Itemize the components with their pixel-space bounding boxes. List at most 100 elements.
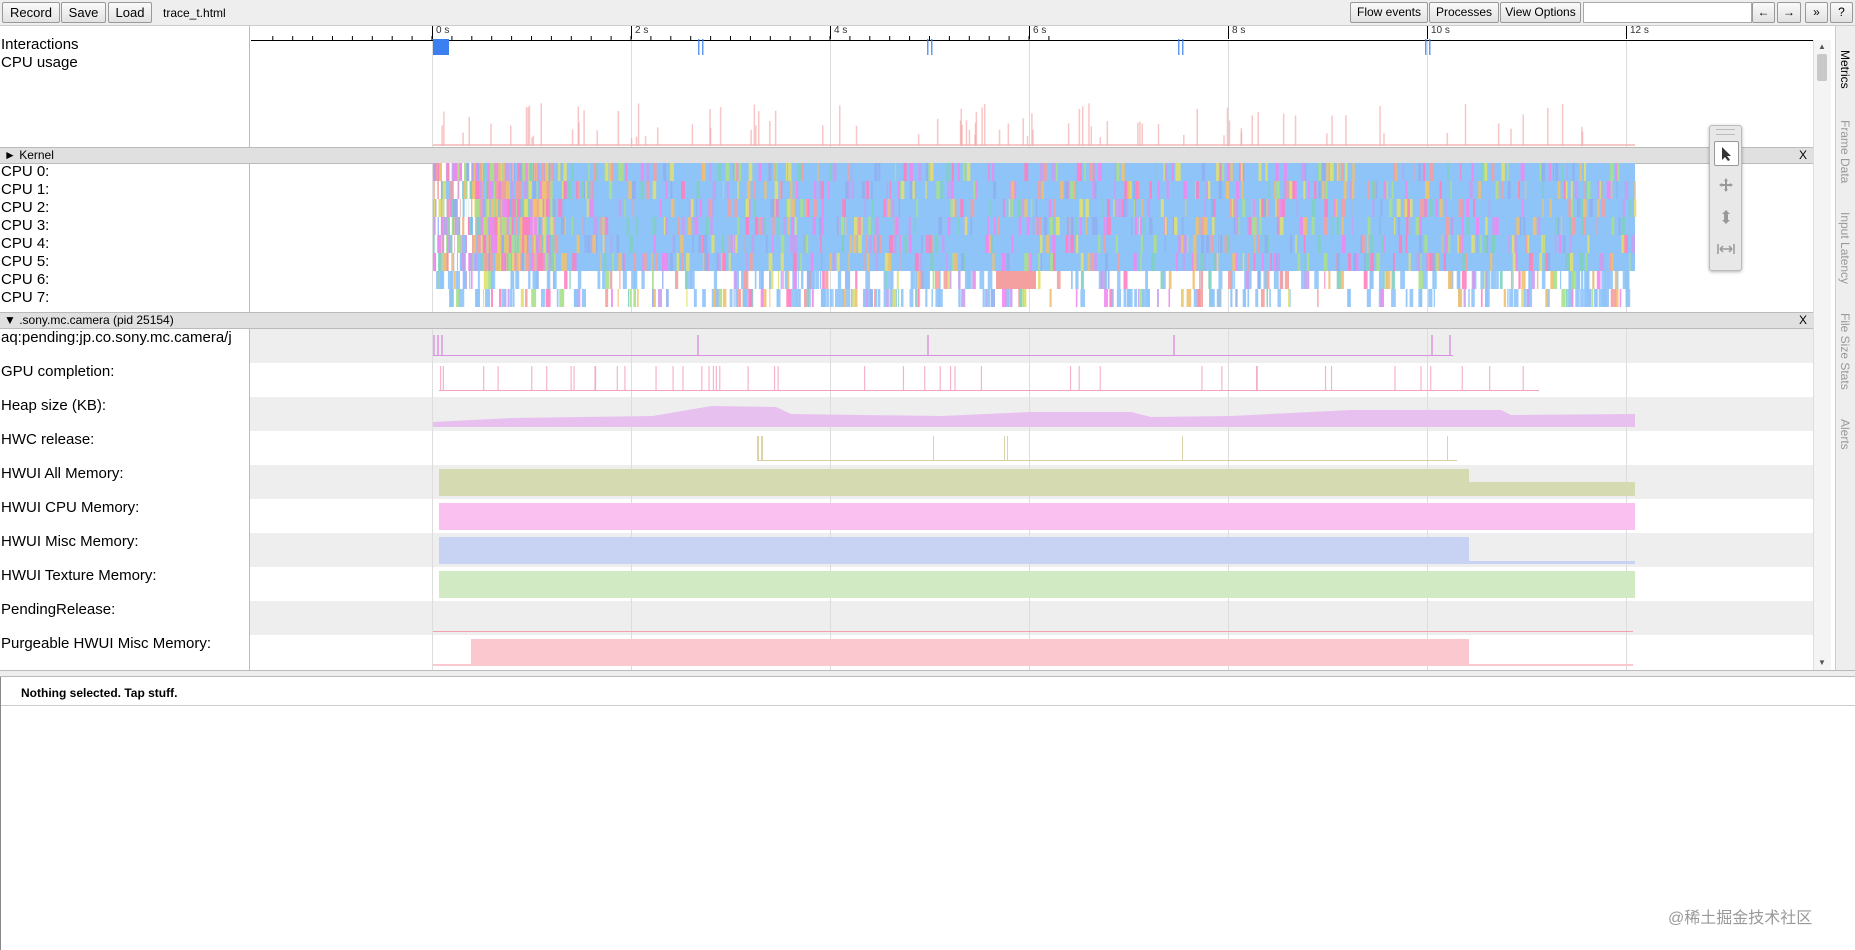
cpu-slice[interactable] (641, 253, 644, 271)
cpu-slice[interactable] (564, 271, 568, 289)
cpu-slice[interactable] (444, 217, 448, 235)
timing-mode-button[interactable] (1714, 237, 1737, 260)
cpu-slice[interactable] (537, 235, 540, 253)
gpu-completion-sample[interactable] (573, 366, 575, 390)
cpu-slice[interactable] (546, 235, 550, 253)
cpu-slice[interactable] (1050, 253, 1054, 271)
cpu-slice[interactable] (886, 181, 889, 199)
cpu-slice[interactable] (573, 289, 579, 307)
cpu-slice[interactable] (1103, 217, 1106, 235)
cpu-slice[interactable] (1372, 199, 1374, 217)
cpu-slice[interactable] (690, 199, 694, 217)
cpu-slice[interactable] (525, 289, 528, 307)
cpu-slice[interactable] (533, 253, 536, 271)
cpu-slice[interactable] (633, 253, 637, 271)
cpu-slice[interactable] (1550, 271, 1554, 289)
cpu-slice[interactable] (1247, 217, 1249, 235)
cpu-slice[interactable] (453, 163, 457, 181)
cpu-slice[interactable] (826, 289, 829, 307)
cpu-slice[interactable] (701, 163, 706, 181)
cpu-slice[interactable] (993, 181, 997, 199)
cpu-slice[interactable] (1463, 289, 1466, 307)
cpu-slice[interactable] (571, 163, 574, 181)
cpu-slice[interactable] (814, 181, 817, 199)
cpu-slice[interactable] (506, 163, 510, 181)
cpu-slice[interactable] (640, 163, 644, 181)
cpu-usage-sample[interactable] (1067, 123, 1070, 146)
cpu-slice[interactable] (1200, 253, 1205, 271)
cpu-slice[interactable] (1496, 271, 1499, 289)
cpu-slice[interactable] (1490, 253, 1493, 271)
tab-alerts[interactable]: Alerts (1838, 419, 1852, 450)
cpu-slice[interactable] (435, 163, 439, 181)
cpu-slice[interactable] (794, 217, 797, 235)
cpu-slice[interactable] (777, 217, 780, 235)
cpu-slice[interactable] (669, 253, 673, 271)
cpu-slice[interactable] (1233, 217, 1236, 235)
cpu-slice[interactable] (1393, 217, 1396, 235)
cpu-slice[interactable] (1340, 271, 1344, 289)
cpu-slice[interactable] (1321, 163, 1326, 181)
cpu-slice[interactable] (529, 253, 531, 271)
cpu-slice[interactable] (532, 181, 537, 199)
cpu-slice[interactable] (474, 253, 478, 271)
cpu-slice[interactable] (1276, 199, 1280, 217)
cpu-slice[interactable] (527, 217, 531, 235)
cpu-slice[interactable] (474, 289, 480, 307)
cpu-slice[interactable] (494, 163, 499, 181)
cpu-slice[interactable] (475, 181, 480, 199)
cpu-slice[interactable] (567, 181, 572, 199)
cpu-slice[interactable] (1273, 271, 1279, 289)
cpu-slice[interactable] (506, 199, 510, 217)
cpu-slice[interactable] (504, 163, 507, 181)
cpu-slice[interactable] (545, 289, 551, 307)
cpu-slice[interactable] (1080, 289, 1086, 307)
cpu-slice[interactable] (1432, 253, 1436, 271)
cpu-slice[interactable] (1409, 289, 1414, 307)
cpu-slice[interactable] (1558, 235, 1562, 253)
cpu-slice[interactable] (457, 163, 459, 181)
cpu-slice[interactable] (1405, 199, 1408, 217)
gpu-completion-sample[interactable] (624, 366, 626, 390)
cpu-usage-sample[interactable] (1141, 123, 1143, 146)
cpu-slice[interactable] (915, 289, 918, 307)
cpu-slice[interactable] (1009, 289, 1013, 307)
cpu-slice[interactable] (686, 289, 688, 307)
cpu-slice[interactable] (1508, 235, 1510, 253)
cpu-slice[interactable] (900, 289, 904, 307)
cpu-slice[interactable] (1580, 289, 1584, 307)
cpu-slice[interactable] (577, 271, 582, 289)
cpu-slice[interactable] (1424, 235, 1428, 253)
cpu-slice[interactable] (1418, 163, 1422, 181)
cpu-slice[interactable] (768, 253, 773, 271)
cpu-slice[interactable] (1198, 289, 1200, 307)
cpu-slice[interactable] (542, 163, 545, 181)
cpu-slice[interactable] (1380, 289, 1384, 307)
cpu-usage-sample[interactable] (855, 125, 858, 146)
gpu-completion-sample[interactable] (1394, 366, 1396, 390)
cpu-slice[interactable] (1279, 271, 1284, 289)
cpu-slice[interactable] (1051, 163, 1053, 181)
cpu-slice[interactable] (1542, 235, 1545, 253)
cpu-slice[interactable] (482, 289, 485, 307)
cpu-slice[interactable] (1123, 289, 1127, 307)
gpu-completion-sample[interactable] (719, 366, 721, 390)
cpu-slice[interactable] (1599, 181, 1601, 199)
cpu-slice[interactable] (490, 271, 496, 289)
cpu-slice[interactable] (477, 217, 481, 235)
cpu-slice[interactable] (1366, 235, 1369, 253)
cpu-usage-sample[interactable] (1157, 123, 1160, 146)
cpu-slice[interactable] (1264, 235, 1268, 253)
cpu-slice[interactable] (509, 235, 512, 253)
cpu-slice[interactable] (529, 199, 533, 217)
cpu-slice[interactable] (754, 217, 759, 235)
cpu-slice[interactable] (627, 289, 630, 307)
cpu-slice[interactable] (592, 235, 596, 253)
cpu-slice[interactable] (1196, 181, 1199, 199)
cpu-slice[interactable] (1542, 181, 1544, 199)
cpu-slice[interactable] (1002, 199, 1005, 217)
cpu-slice[interactable] (711, 289, 714, 307)
cpu-slice[interactable] (710, 217, 713, 235)
cpu-slice[interactable] (1200, 271, 1204, 289)
cpu-slice[interactable] (891, 271, 894, 289)
